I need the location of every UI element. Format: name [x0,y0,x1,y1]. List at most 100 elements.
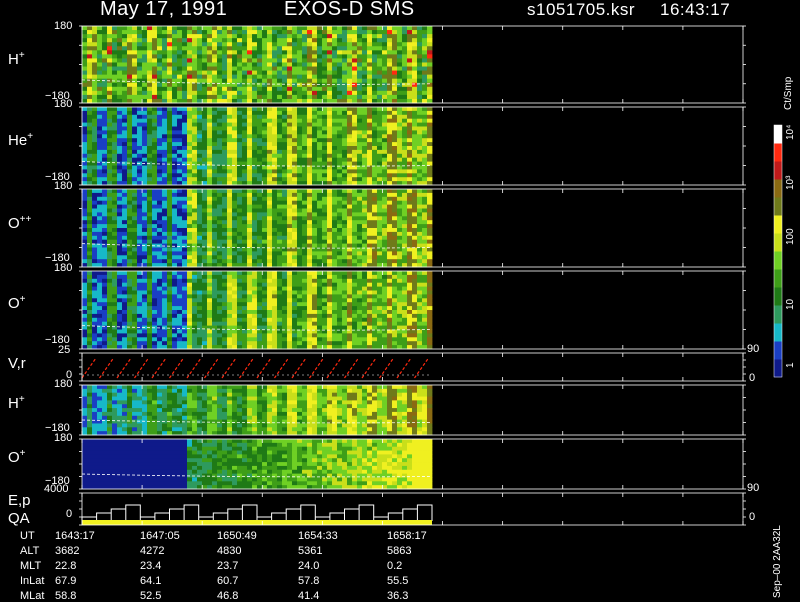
heatmap-cell [142,322,147,326]
heatmap-cell [207,201,212,205]
heatmap-cell [222,123,227,127]
heatmap-cell [162,71,167,75]
heatmap-cell [82,115,87,119]
heatmap-cell [187,318,192,322]
heatmap-cell [392,240,397,244]
heatmap-cell [417,209,422,213]
heatmap-cell [297,146,302,150]
heatmap-cell [212,169,217,173]
heatmap-cell [132,244,137,248]
heatmap-cell [242,279,247,283]
heatmap-cell [317,115,322,119]
heatmap-cell [102,212,107,216]
heatmap-cell [337,162,342,166]
heatmap-cell [107,337,112,341]
heatmap-cell [87,54,92,58]
heatmap-cell [227,75,232,79]
heatmap-cell [212,130,217,134]
heatmap-cell [102,130,107,134]
heatmap-cell [102,107,107,111]
heatmap-cell [417,58,422,62]
heatmap-cell [192,130,197,134]
heatmap-cell [177,189,182,193]
heatmap-cell [152,216,157,220]
heatmap-cell [252,154,257,158]
heatmap-cell [277,46,282,50]
heatmap-cell [217,177,222,181]
heatmap-cell [407,87,412,91]
heatmap-cell [312,83,317,87]
heatmap-cell [142,169,147,173]
heatmap-cell [97,255,102,259]
heatmap-cell [192,30,197,34]
heatmap-cell [292,46,297,50]
heatmap-cell [137,271,142,275]
heatmap-cell [247,123,252,127]
heatmap-cell [312,127,317,131]
heatmap-cell [367,91,372,95]
heatmap-cell [122,123,127,127]
heatmap-cell [257,248,262,252]
heatmap-cell [192,91,197,95]
heatmap-cell [357,95,362,99]
heatmap-cell [252,275,257,279]
heatmap-cell [97,83,102,87]
heatmap-cell [232,127,237,131]
heatmap-cell [257,30,262,34]
heatmap-cell [177,134,182,138]
heatmap-cell [262,341,267,345]
heatmap-cell [162,310,167,314]
heatmap-cell [417,50,422,54]
heatmap-cell [422,201,427,205]
heatmap-cell [322,115,327,119]
heatmap-cell [422,111,427,115]
heatmap-cell [187,228,192,232]
heatmap-cell [292,50,297,54]
heatmap-cell [247,107,252,111]
heatmap-cell [387,150,392,154]
heatmap-cell [157,330,162,334]
heatmap-cell [292,95,297,99]
heatmap-cell [312,95,317,99]
heatmap-cell [87,50,92,54]
heatmap-cell [342,75,347,79]
heatmap-cell [332,123,337,127]
heatmap-cell [82,271,87,275]
heatmap-cell [247,169,252,173]
heatmap-cell [397,162,402,166]
heatmap-cell [297,134,302,138]
heatmap-cell [202,232,207,236]
heatmap-cell [262,333,267,337]
heatmap-cell [197,275,202,279]
heatmap-cell [397,216,402,220]
heatmap-cell [197,326,202,330]
heatmap-cell [157,279,162,283]
heatmap-cell [202,201,207,205]
heatmap-cell [182,330,187,334]
heatmap-cell [137,224,142,228]
heatmap-cell [152,123,157,127]
heatmap-cell [152,220,157,224]
heatmap-cell [342,177,347,181]
heatmap-cell [152,142,157,146]
heatmap-cell [337,150,342,154]
heatmap-cell [122,306,127,310]
heatmap-cell [107,173,112,177]
heatmap-cell [237,87,242,91]
heatmap-cell [362,127,367,131]
heatmap-cell [287,46,292,50]
heatmap-cell [267,46,272,50]
heatmap-cell [407,205,412,209]
heatmap-cell [332,142,337,146]
heatmap-cell [162,248,167,252]
heatmap-cell [207,197,212,201]
heatmap-cell [402,255,407,259]
heatmap-cell [267,83,272,87]
heatmap-cell [317,142,322,146]
heatmap-cell [162,224,167,228]
heatmap-cell [327,46,332,50]
heatmap-cell [257,197,262,201]
heatmap-cell [132,189,137,193]
heatmap-cell [102,216,107,220]
heatmap-cell [382,205,387,209]
